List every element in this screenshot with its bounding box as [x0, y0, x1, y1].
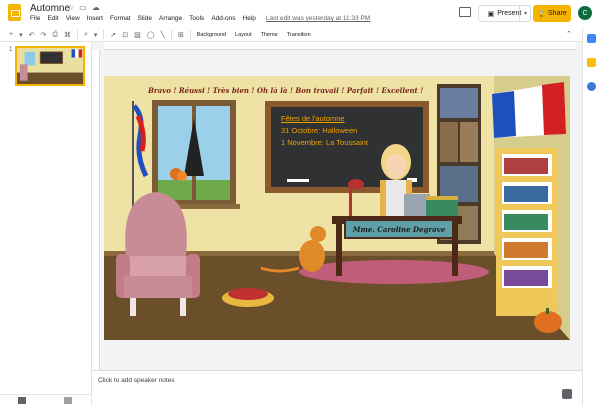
share-label: Share — [548, 10, 567, 17]
speaker-notes-placeholder[interactable]: Click to add speaker notes — [98, 377, 175, 384]
menu-help[interactable]: Help — [243, 15, 256, 22]
keep-icon[interactable] — [587, 58, 596, 67]
view-toggle — [0, 394, 92, 406]
dropdown-icon[interactable]: ▾ — [19, 31, 23, 39]
filmstrip: 1 — [0, 42, 92, 406]
share-button[interactable]: 🔒 Share — [533, 5, 571, 22]
transition-button[interactable]: Transition — [287, 32, 311, 38]
tasks-icon[interactable] — [587, 82, 596, 91]
praise-banner: Bravo ! Réussi ! Très bien ! Oh là là ! … — [148, 86, 424, 95]
thumbnail-image — [17, 48, 83, 84]
present-icon: ▣ — [487, 10, 495, 18]
comment-icon[interactable]: ⊞ — [178, 31, 184, 39]
menu-edit[interactable]: Edit — [47, 15, 58, 22]
zoom-dropdown-icon[interactable]: ▾ — [94, 31, 98, 39]
star-icon[interactable]: ☆ — [67, 3, 74, 12]
zoom-icon[interactable]: ⌕ — [84, 31, 88, 39]
toolbar-divider — [170, 30, 172, 39]
menu-bar: File Edit View Insert Format Slide Arran… — [30, 15, 370, 22]
title-icons: ☆ ▭ ☁ — [67, 3, 100, 12]
present-dropdown-icon[interactable]: ▾ — [519, 5, 531, 22]
menu-tools[interactable]: Tools — [189, 15, 204, 22]
background-button[interactable]: Background — [197, 32, 226, 38]
last-edit-link[interactable]: Last edit was yesterday at 11:33 PM — [266, 15, 370, 22]
text-box-icon[interactable]: ⊡ — [122, 31, 128, 39]
new-slide-icon[interactable]: + — [9, 31, 13, 38]
toolbar-divider — [103, 30, 105, 39]
print-icon[interactable]: ⎙ — [52, 31, 58, 39]
chalkboard-line-toussaint: 1 Novembre: La Toussaint — [281, 138, 368, 147]
present-label: Present — [497, 10, 522, 17]
teacher-nameplate: Mme. Caroline Degrave — [344, 219, 454, 239]
horizontal-ruler — [104, 42, 576, 50]
comment-history-icon[interactable] — [459, 7, 471, 17]
layout-button[interactable]: Layout — [235, 32, 252, 38]
vertical-ruler — [92, 50, 100, 370]
image-icon[interactable]: ▨ — [134, 31, 141, 39]
lock-icon: 🔒 — [537, 10, 547, 18]
chalkboard-heading: Fêtes de l'automne — [281, 114, 345, 123]
toolbar: + ▾ ↶ ↷ ⎙ ⌘ ⌕ ▾ ➚ ⊡ ▨ ◯ ╲ ⊞ Background L… — [0, 28, 582, 42]
chalkboard-line-halloween: 31 Octobre: Halloween — [281, 126, 358, 135]
grid-view-icon[interactable] — [64, 397, 72, 404]
menu-add-ons[interactable]: Add-ons — [211, 15, 235, 22]
menu-file[interactable]: File — [30, 15, 40, 22]
slide-number: 1 — [9, 47, 13, 53]
cloud-status-icon[interactable]: ☁ — [92, 3, 100, 12]
menu-view[interactable]: View — [66, 15, 80, 22]
paint-format-icon[interactable]: ⌘ — [64, 31, 71, 39]
toolbar-divider — [76, 30, 78, 39]
slide-editor: Bravo ! Réussi ! Très bien ! Oh là là ! … — [92, 42, 582, 370]
select-icon[interactable]: ➚ — [110, 31, 116, 39]
slide-thumbnail[interactable] — [15, 46, 85, 86]
header: Automne ☆ ▭ ☁ File Edit View Insert Form… — [0, 0, 600, 28]
menu-insert[interactable]: Insert — [87, 15, 103, 22]
document-title[interactable]: Automne — [30, 3, 70, 14]
redo-icon[interactable]: ↷ — [40, 31, 46, 39]
filmstrip-view-icon[interactable] — [18, 397, 26, 404]
side-panel — [582, 28, 600, 406]
slide-canvas[interactable]: Bravo ! Réussi ! Très bien ! Oh là là ! … — [104, 76, 570, 340]
slides-logo-icon[interactable] — [8, 4, 21, 21]
slides-app: Automne ☆ ▭ ☁ File Edit View Insert Form… — [0, 0, 600, 406]
toolbar-divider — [189, 30, 191, 39]
menu-format[interactable]: Format — [110, 15, 131, 22]
speaker-notes[interactable]: Click to add speaker notes — [92, 370, 582, 406]
line-icon[interactable]: ╲ — [161, 31, 165, 39]
shape-icon[interactable]: ◯ — [147, 31, 155, 39]
menu-arrange[interactable]: Arrange — [159, 15, 182, 22]
theme-button[interactable]: Theme — [261, 32, 278, 38]
account-avatar[interactable]: C — [578, 6, 592, 20]
explore-icon[interactable] — [562, 389, 572, 399]
move-folder-icon[interactable]: ▭ — [79, 3, 87, 12]
calendar-icon[interactable] — [587, 34, 596, 43]
collapse-menus-icon[interactable]: ⌃ — [566, 30, 572, 38]
undo-icon[interactable]: ↶ — [29, 31, 35, 39]
menu-slide[interactable]: Slide — [138, 15, 152, 22]
